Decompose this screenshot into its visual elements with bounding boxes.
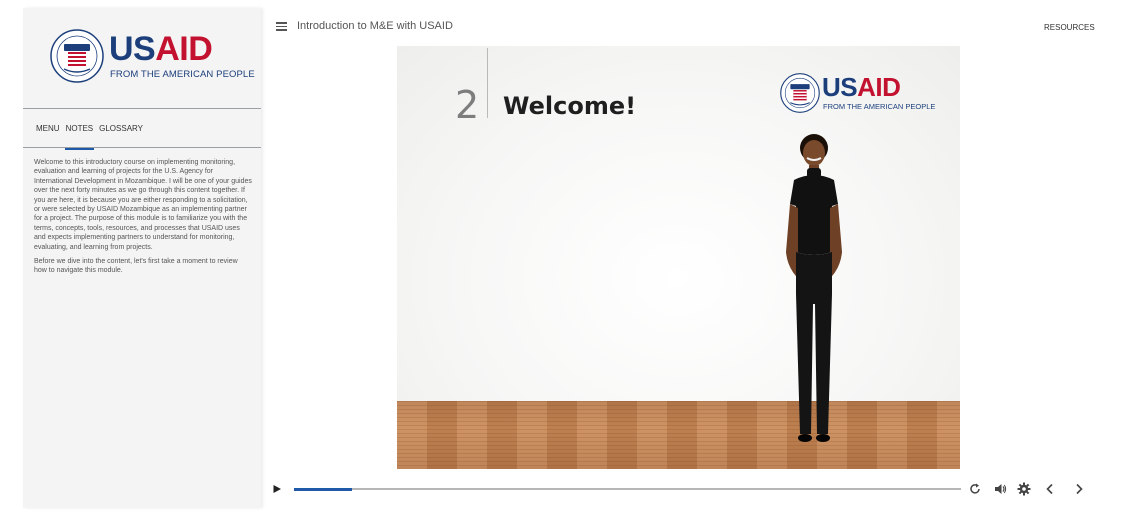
tab-notes[interactable]: NOTES [64, 124, 94, 150]
usaid-tagline: FROM THE AMERICAN PEOPLE [823, 102, 936, 111]
usaid-seal-icon [780, 73, 820, 113]
slide-heading: Welcome! [503, 92, 637, 120]
course-title: Introduction to M&E with USAID [297, 20, 453, 32]
tab-menu[interactable]: MENU [36, 124, 60, 144]
usaid-tagline: FROM THE AMERICAN PEOPLE [110, 69, 255, 80]
wordmark-aid: AID [155, 30, 213, 68]
volume-icon[interactable] [993, 482, 1007, 496]
slide-usaid-logo: USAID FROM THE AMERICAN PEOPLE [780, 72, 935, 114]
usaid-seal-icon [50, 29, 104, 83]
sidebar-tabs: MENU NOTES GLOSSARY [36, 124, 143, 150]
tab-glossary[interactable]: GLOSSARY [99, 124, 143, 144]
notes-paragraph: Welcome to this introductory course on i… [34, 159, 252, 251]
notes-panel: Welcome to this introductory course on i… [34, 158, 252, 281]
usaid-logo: USAID FROM THE AMERICAN PEOPLE [23, 8, 261, 108]
slide-number: 2 [455, 83, 480, 127]
wordmark-us: US [109, 30, 156, 68]
presenter-figure [786, 134, 842, 442]
divider [23, 108, 261, 109]
hamburger-icon[interactable] [276, 22, 287, 31]
progress-fill [294, 487, 353, 491]
replay-icon[interactable] [968, 482, 982, 496]
settings-icon[interactable] [1017, 482, 1031, 496]
wordmark-us: US [822, 72, 858, 102]
notes-paragraph: Before we dive into the content, let's f… [34, 258, 238, 275]
usaid-wordmark: USAID [822, 72, 901, 102]
wooden-floor [397, 401, 960, 469]
play-icon[interactable] [272, 484, 282, 494]
slide-number-divider [487, 48, 488, 118]
divider [23, 147, 261, 148]
usaid-wordmark: USAID [109, 30, 213, 68]
sidebar: USAID FROM THE AMERICAN PEOPLE MENU NOTE… [23, 8, 261, 508]
wordmark-aid: AID [857, 72, 901, 102]
resources-button[interactable]: RESOURCES [1044, 23, 1095, 32]
next-icon[interactable] [1072, 482, 1086, 496]
slide-stage: 2 Welcome! USAID FROM THE AMERICAN PEOPL… [397, 46, 960, 469]
progress-bar[interactable] [294, 487, 961, 491]
previous-icon[interactable] [1043, 482, 1057, 496]
